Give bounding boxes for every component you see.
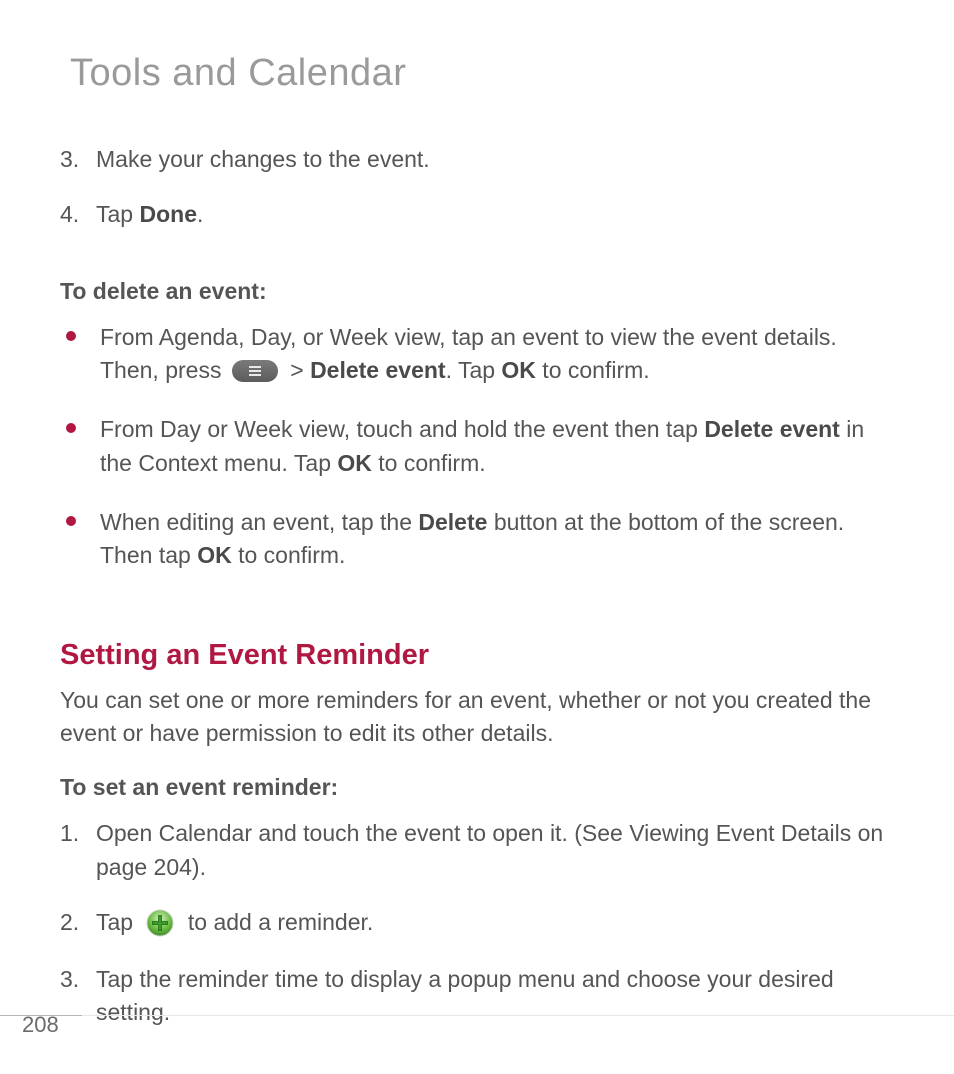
page-number: 208 (22, 1012, 59, 1038)
bullet-text: From Day or Week view, touch and hold th… (100, 416, 864, 475)
reminder-step-3: Tap the reminder time to display a popup… (60, 963, 894, 1052)
reminder-step-2: Tap to add a reminder. (60, 906, 894, 962)
step-text: Make your changes to the event. (96, 146, 430, 172)
reminder-step-1: Open Calendar and touch the event to ope… (60, 817, 894, 906)
delete-event-bullets: From Agenda, Day, or Week view, tap an e… (60, 321, 894, 599)
step-3: Make your changes to the event. (60, 143, 894, 198)
section-title-reminder: Setting an Event Reminder (60, 639, 894, 672)
add-reminder-icon (145, 908, 175, 938)
chapter-title: Tools and Calendar (70, 52, 894, 95)
bullet-text: From Agenda, Day, or Week view, tap an e… (100, 324, 837, 383)
bullet-item: When editing an event, tap the Delete bu… (60, 506, 894, 599)
bullet-text: When editing an event, tap the Delete bu… (100, 509, 844, 568)
step-4: Tap Done. (60, 198, 894, 253)
step-text: Tap Done. (96, 201, 203, 227)
menu-key-icon (232, 360, 278, 382)
footer-rule (82, 1015, 954, 1016)
step-text: Open Calendar and touch the event to ope… (96, 820, 883, 879)
reminder-steps-list: Open Calendar and touch the event to ope… (60, 817, 894, 1051)
bullet-item: From Agenda, Day, or Week view, tap an e… (60, 321, 894, 414)
delete-event-heading: To delete an event: (60, 278, 894, 305)
set-reminder-heading: To set an event reminder: (60, 774, 894, 801)
bullet-item: From Day or Week view, touch and hold th… (60, 413, 894, 506)
reminder-intro: You can set one or more reminders for an… (60, 684, 894, 751)
step-text: Tap to add a reminder. (96, 909, 373, 935)
steps-continued-list: Make your changes to the event. Tap Done… (60, 143, 894, 254)
manual-page: Tools and Calendar Make your changes to … (0, 0, 954, 1074)
